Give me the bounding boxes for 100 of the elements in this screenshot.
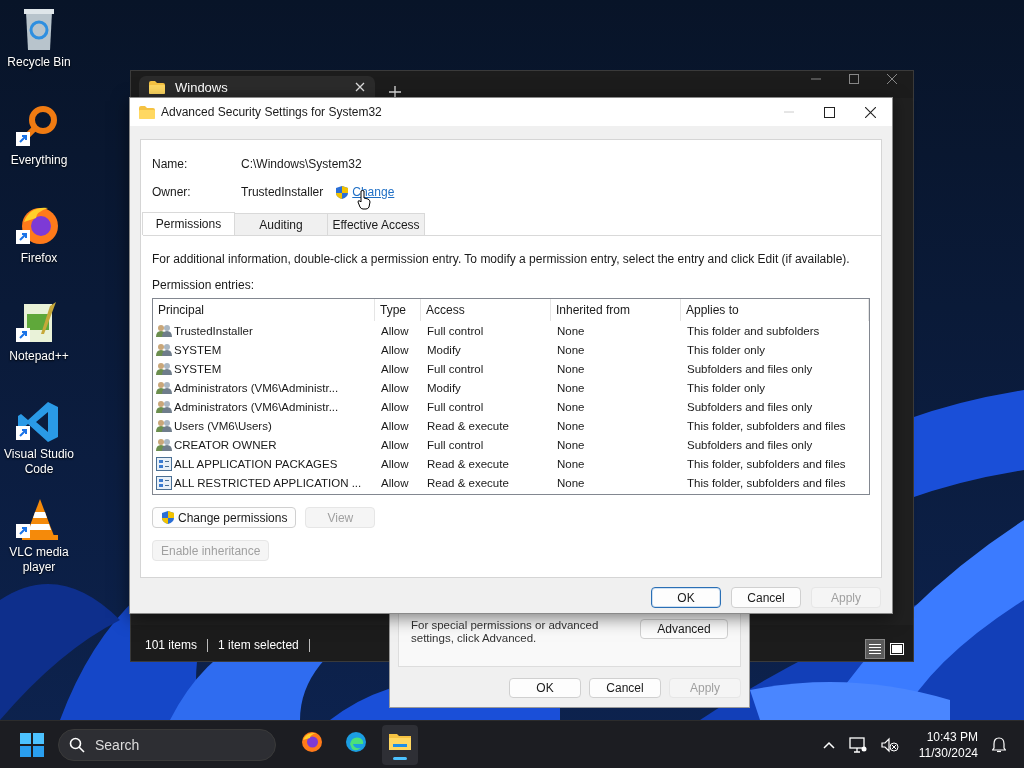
- field-label: Name:: [152, 157, 189, 171]
- users-icon: [156, 437, 172, 452]
- table-cell-text: Full control: [426, 400, 485, 413]
- table-cell-text: Allow: [380, 400, 410, 413]
- maximize-icon[interactable]: [824, 106, 835, 118]
- table-cell-text: Allow: [380, 457, 410, 470]
- section-label: Permission entries:: [152, 278, 256, 292]
- column-header[interactable]: Applies to: [681, 299, 869, 321]
- table-cell-text: Full control: [426, 362, 485, 375]
- table-cell-text: Allow: [380, 343, 410, 356]
- field-value: C:\Windows\System32: [241, 157, 362, 171]
- shield-icon: [335, 184, 350, 200]
- table-cell: TrustedInstaller: [174, 324, 253, 337]
- table-cell-text: This folder only: [686, 343, 766, 356]
- tab[interactable]: Effective Access: [327, 213, 425, 235]
- chevron-up-icon[interactable]: [822, 740, 835, 749]
- table-cell-text: None: [556, 400, 586, 413]
- view-toggle-button[interactable]: [865, 639, 885, 659]
- table-cell-text: Full control: [426, 438, 485, 451]
- table-cell-text: None: [556, 343, 586, 356]
- table-cell-text: Allow: [380, 476, 410, 489]
- tab[interactable]: Permissions: [142, 212, 235, 235]
- desktop-icon-label[interactable]: Firefox: [1, 251, 77, 266]
- table-cell-text: Allow: [380, 419, 410, 432]
- users-icon: [156, 342, 172, 357]
- table-cell-text: None: [556, 476, 586, 489]
- desktop-icon-label[interactable]: Recycle Bin: [1, 55, 77, 70]
- field-value: TrustedInstaller: [241, 185, 324, 199]
- advanced-button[interactable]: Advanced: [640, 619, 728, 639]
- instruction-text: For additional information, double-click a permission entry. To modify a permission entry, select the entry and click Edit (if available).: [152, 252, 851, 266]
- folder-icon: [139, 105, 155, 119]
- desktop-icon-label[interactable]: Notepad++: [1, 349, 77, 364]
- change-owner-link[interactable]: Change: [352, 185, 395, 199]
- table-cell-text: Allow: [380, 324, 410, 337]
- users-icon: [156, 323, 172, 338]
- table-cell-text: Allow: [380, 362, 410, 375]
- column-header[interactable]: Access: [421, 299, 551, 321]
- table-cell-text: Modify: [426, 381, 462, 394]
- column-header[interactable]: Inherited from: [551, 299, 681, 321]
- table-cell-text: This folder and subfolders: [686, 324, 821, 337]
- desktop-icon-label[interactable]: Everything: [1, 153, 77, 168]
- table-cell-text: None: [556, 419, 586, 432]
- dialog-button[interactable]: Cancel: [731, 587, 801, 608]
- taskbar-app-button[interactable]: [382, 724, 418, 765]
- table-cell-text: Subfolders and files only: [686, 438, 814, 451]
- tab[interactable]: Auditing: [234, 213, 328, 235]
- table-cell-text: None: [556, 438, 586, 451]
- table-cell-text: This folder only: [686, 381, 766, 394]
- desktop-icon-label[interactable]: Visual Studio Code: [1, 447, 77, 477]
- table-cell-text: Read & execute: [426, 476, 510, 489]
- dialog-button[interactable]: OK: [509, 678, 581, 698]
- table-cell-text: Allow: [380, 381, 410, 394]
- browser-icon: [300, 729, 324, 754]
- dialog-button[interactable]: Cancel: [589, 678, 661, 698]
- table-cell-text: This folder, subfolders and files: [686, 419, 847, 432]
- field-label: Owner:: [152, 185, 192, 199]
- muted-speaker-icon[interactable]: [880, 736, 899, 753]
- bell-icon[interactable]: [992, 736, 1006, 753]
- users-icon: [156, 418, 172, 433]
- table-cell-text: Subfolders and files only: [686, 362, 814, 375]
- table-cell-text: None: [556, 457, 586, 470]
- search-field[interactable]: Search: [58, 728, 276, 761]
- clock[interactable]: 10:43 PM 11/30/2024: [918, 728, 978, 761]
- shield-icon: [161, 510, 175, 525]
- desktop-icon-label[interactable]: VLC media player: [1, 545, 77, 575]
- table-cell-text: Read & execute: [426, 419, 510, 432]
- dialog-button[interactable]: Change permissions: [152, 507, 297, 528]
- table-cell: Administrators (VM6\Administr...: [174, 381, 339, 394]
- users-icon: [156, 399, 172, 414]
- network-icon[interactable]: [848, 736, 867, 753]
- column-header[interactable]: Type: [375, 299, 421, 321]
- browser-tab[interactable]: Windows: [139, 76, 375, 98]
- table-cell-text: Full control: [426, 324, 485, 337]
- table-cell-text: Modify: [426, 343, 462, 356]
- dialog-button[interactable]: OK: [651, 587, 721, 608]
- table-cell: Administrators (VM6\Administr...: [174, 400, 339, 413]
- preview-pane-icon: [890, 643, 904, 655]
- details-view-icon: [868, 643, 882, 655]
- table-cell: SYSTEM: [174, 362, 222, 375]
- column-header[interactable]: Principal: [153, 299, 375, 321]
- edge-browser-icon: [344, 729, 368, 754]
- status-text: 1 item selected: [218, 638, 299, 652]
- table-cell: CREATOR OWNER: [174, 438, 277, 451]
- package-icon: [156, 456, 172, 471]
- table-cell-text: Read & execute: [426, 457, 510, 470]
- hint-text: For special permissions or advanced settings, click Advanced.: [411, 619, 600, 645]
- table-cell-text: None: [556, 381, 586, 394]
- users-icon: [156, 380, 172, 395]
- folder-icon: [149, 80, 165, 94]
- table-cell-text: None: [556, 324, 586, 337]
- users-icon: [156, 361, 172, 376]
- table-cell-text: Allow: [380, 438, 410, 451]
- start-icon[interactable]: [20, 732, 44, 757]
- close-icon[interactable]: [865, 106, 876, 118]
- status-text: 101 items: [145, 638, 198, 652]
- table-cell-text: This folder, subfolders and files: [686, 457, 847, 470]
- plus-icon[interactable]: [389, 86, 401, 98]
- table-cell: Users (VM6\Users): [174, 419, 272, 432]
- table-cell: ALL APPLICATION PACKAGES: [174, 457, 338, 470]
- window-title: Advanced Security Settings for System32: [161, 105, 383, 119]
